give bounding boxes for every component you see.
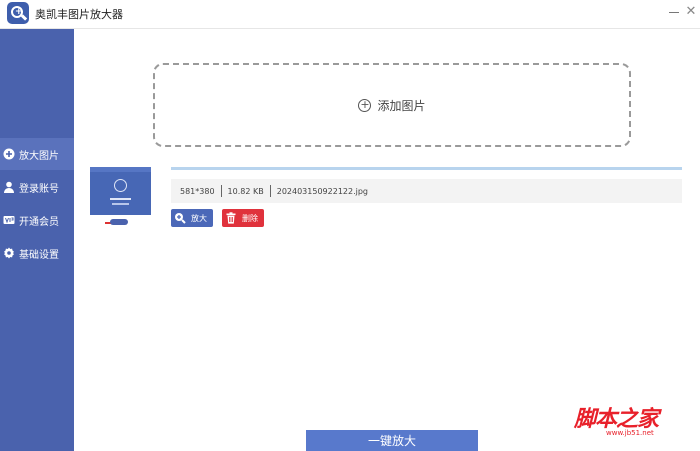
zoom-button[interactable]: 放大	[171, 209, 213, 227]
sidebar: 放大图片 登录账号 开通会员 基础设置	[0, 29, 74, 451]
sidebar-item-login[interactable]: 登录账号	[0, 171, 74, 203]
sidebar-item-settings[interactable]: 基础设置	[0, 237, 74, 269]
image-dimensions: 581*380	[180, 186, 215, 196]
minimize-button[interactable]	[666, 4, 682, 20]
add-image-dropzone[interactable]: + 添加图片	[153, 63, 631, 147]
user-icon	[3, 181, 15, 193]
delete-button[interactable]: 删除	[222, 209, 264, 227]
file-size: 10.82 KB	[227, 186, 264, 196]
zoom-in-icon	[174, 212, 186, 224]
divider	[220, 185, 222, 197]
divider	[269, 185, 271, 197]
site-watermark: 脚本之家 www.jb51.net	[574, 401, 694, 445]
close-button[interactable]: ✕	[683, 4, 699, 20]
progress-fill	[171, 167, 682, 170]
one-click-enlarge-button[interactable]: 一键放大	[306, 430, 478, 451]
dropzone-label: 添加图片	[377, 98, 426, 113]
gear-icon	[3, 247, 15, 259]
progress-bar	[171, 167, 682, 170]
window-title: 奥凯丰图片放大器	[35, 8, 123, 21]
sidebar-item-label: 放大图片	[19, 150, 59, 162]
delete-button-label: 删除	[242, 213, 258, 223]
watermark-url: www.jb51.net	[606, 429, 654, 437]
image-thumbnail[interactable]	[90, 167, 151, 215]
main-panel: + 添加图片 581*380 10.82 KB 202403150922122.…	[74, 29, 700, 451]
vip-icon	[3, 214, 15, 226]
thumbnail-caption	[110, 219, 128, 225]
sidebar-item-enlarge[interactable]: 放大图片	[0, 138, 74, 170]
app-logo-icon: +	[7, 2, 29, 24]
sidebar-item-label: 基础设置	[19, 249, 59, 261]
file-name: 202403150922122.jpg	[276, 186, 369, 196]
sidebar-item-label: 开通会员	[19, 216, 59, 228]
file-info-row: 581*380 10.82 KB 202403150922122.jpg	[171, 179, 682, 203]
sidebar-item-vip[interactable]: 开通会员	[0, 204, 74, 236]
add-icon: +	[358, 98, 372, 112]
title-bar: + 奥凯丰图片放大器 ✕	[0, 0, 700, 29]
sidebar-item-label: 登录账号	[19, 183, 59, 195]
zoom-button-label: 放大	[191, 213, 207, 223]
plus-circle-icon	[3, 148, 15, 160]
trash-icon	[225, 212, 237, 224]
